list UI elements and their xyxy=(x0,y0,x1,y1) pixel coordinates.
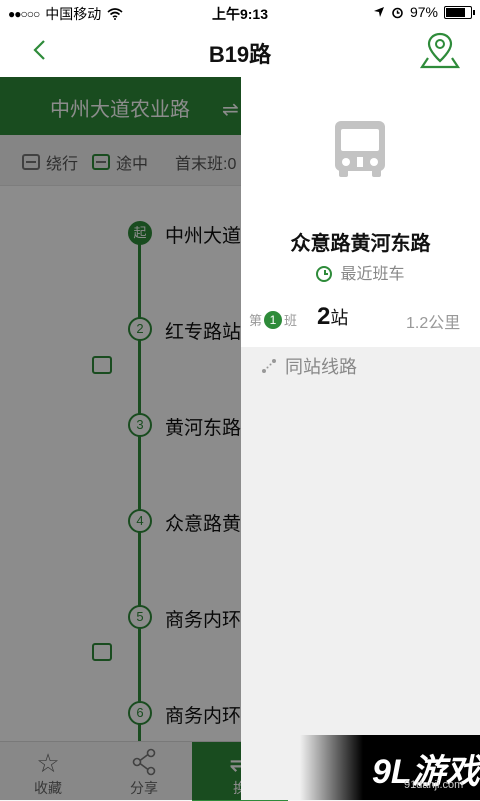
stops-away-number: 2 xyxy=(317,303,331,330)
bus-icon xyxy=(335,121,385,177)
battery-percent: 97% xyxy=(409,4,438,20)
stops-away-unit: 站 xyxy=(330,308,349,328)
clock-icon xyxy=(316,266,333,282)
watermark-url: 91danji.com xyxy=(404,779,464,791)
station-detail-drawer: 众意路黄河东路 最近班车 第 1 班 2站 1.2公里 同站线路 xyxy=(241,77,480,800)
bus-order-number: 1 xyxy=(264,310,283,329)
arrival-info-row: 第 1 班 2站 1.2公里 xyxy=(241,295,480,345)
alarm-icon xyxy=(392,7,403,18)
distance: 1.2公里 xyxy=(406,315,461,332)
same-lines-label: 同站线路 xyxy=(285,357,357,377)
route-dots-icon xyxy=(262,359,276,373)
stop-card: 众意路黄河东路 最近班车 第 1 班 2站 1.2公里 xyxy=(241,77,480,347)
location-arrow-icon xyxy=(373,7,384,17)
stop-name: 众意路黄河东路 xyxy=(290,233,431,255)
status-right: 97% xyxy=(373,4,475,20)
status-bar: ●●○○○ 中国移动 上午9:13 97% xyxy=(0,0,480,24)
stops-away: 2站 xyxy=(317,303,348,331)
recent-bus: 最近班车 xyxy=(241,260,480,284)
same-station-lines[interactable]: 同站线路 xyxy=(261,353,357,379)
bus-order-prefix: 第 xyxy=(249,313,263,328)
battery-icon xyxy=(444,5,475,19)
nav-bar: B19路 xyxy=(0,24,480,78)
recent-bus-label: 最近班车 xyxy=(340,266,405,283)
page-title: B19路 xyxy=(208,42,272,67)
bus-order-suffix: 班 xyxy=(284,313,298,328)
map-location-button[interactable] xyxy=(418,30,462,70)
bus-order: 第 1 班 xyxy=(249,310,297,329)
